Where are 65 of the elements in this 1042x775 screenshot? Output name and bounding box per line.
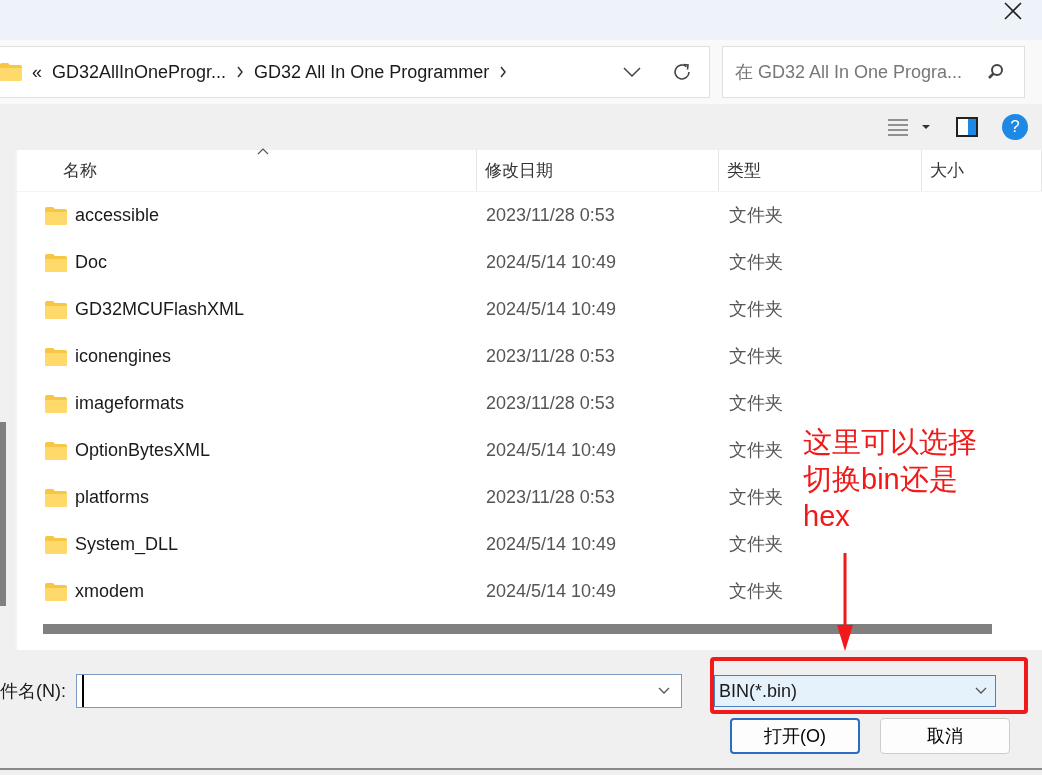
folder-icon xyxy=(45,347,67,366)
file-name[interactable]: accessible xyxy=(75,202,160,229)
file-name[interactable]: GD32MCUFlashXML xyxy=(75,296,245,323)
file-type: 文件夹 xyxy=(728,251,783,274)
help-button[interactable]: ? xyxy=(1002,114,1028,140)
folder-icon xyxy=(45,535,67,554)
file-type: 文件夹 xyxy=(728,392,783,415)
folder-icon xyxy=(45,582,67,601)
file-name[interactable]: Doc xyxy=(75,249,107,276)
modified-date: 2023/11/28 0:53 xyxy=(485,486,616,509)
search-field[interactable]: 在 GD32 All In One Progra... xyxy=(722,46,1025,98)
refresh-icon[interactable] xyxy=(671,61,693,83)
caret-icon[interactable] xyxy=(658,687,670,695)
column-header[interactable]: 大小 xyxy=(930,157,964,184)
column-header[interactable]: 类型 xyxy=(727,157,761,184)
caret-icon xyxy=(975,687,987,695)
modified-date: 2023/11/28 0:53 xyxy=(485,392,616,415)
modified-date: 2024/5/14 10:49 xyxy=(485,580,618,603)
file-type: 文件夹 xyxy=(728,204,783,227)
folder-icon xyxy=(45,253,67,272)
folder-icon xyxy=(45,488,67,507)
file-name[interactable]: iconengines xyxy=(75,343,172,370)
folder-icon xyxy=(0,63,22,81)
folder-icon xyxy=(45,441,67,460)
scrollbar-thumb[interactable] xyxy=(0,422,6,606)
column-header[interactable]: 修改日期 xyxy=(485,157,553,184)
modified-date: 2024/5/14 10:49 xyxy=(485,298,618,321)
file-type: 文件夹 xyxy=(728,345,783,368)
file-type-dropdown[interactable]: BIN(*.bin) xyxy=(714,675,996,707)
preview-pane-icon[interactable] xyxy=(956,117,978,137)
file-name-label: 件名(N): xyxy=(0,679,66,703)
modified-date: 2023/11/28 0:53 xyxy=(485,345,616,368)
chevron-icon[interactable] xyxy=(236,66,245,78)
folder-icon xyxy=(45,300,67,319)
dropdown-caret-icon[interactable] xyxy=(623,67,641,77)
file-type: 文件夹 xyxy=(728,486,783,509)
file-name-field[interactable] xyxy=(76,674,682,708)
file-name[interactable]: imageformats xyxy=(75,390,185,417)
close-icon[interactable] xyxy=(1004,2,1022,20)
file-type: 文件夹 xyxy=(728,580,783,603)
file-name[interactable]: OptionBytesXML xyxy=(75,437,211,464)
annotation-text: 这里可以选择切换bin还是hex xyxy=(803,425,978,534)
breadcrumb-item[interactable]: GD32AllInOneProgr... xyxy=(52,58,227,86)
file-name[interactable]: platforms xyxy=(75,484,150,511)
search-icon[interactable] xyxy=(987,63,1005,81)
breadcrumb-overflow[interactable]: « xyxy=(32,58,42,86)
scrollbar-thumb[interactable] xyxy=(43,624,992,634)
modified-date: 2024/5/14 10:49 xyxy=(485,439,618,462)
file-type: 文件夹 xyxy=(728,533,783,556)
file-name[interactable]: System_DLL xyxy=(75,531,179,558)
file-type: 文件夹 xyxy=(728,298,783,321)
file-type: 文件夹 xyxy=(728,439,783,462)
modified-date: 2024/5/14 10:49 xyxy=(485,251,618,274)
folder-icon xyxy=(45,206,67,225)
dialog-button[interactable]: 打开(O) xyxy=(730,718,860,754)
modified-date: 2023/11/28 0:53 xyxy=(485,204,616,227)
file-name[interactable]: xmodem xyxy=(75,578,145,605)
modified-date: 2024/5/14 10:49 xyxy=(485,533,618,556)
column-header[interactable]: 名称 xyxy=(63,157,97,184)
view-menu-icon[interactable] xyxy=(888,118,932,136)
breadcrumb-item[interactable]: GD32 All In One Programmer xyxy=(254,58,490,86)
folder-icon xyxy=(45,394,67,413)
chevron-icon[interactable] xyxy=(499,66,508,78)
dialog-button[interactable]: 取消 xyxy=(880,718,1010,754)
address-bar[interactable]: « GD32AllInOneProgr... GD32 All In One Programmer xyxy=(0,46,710,98)
